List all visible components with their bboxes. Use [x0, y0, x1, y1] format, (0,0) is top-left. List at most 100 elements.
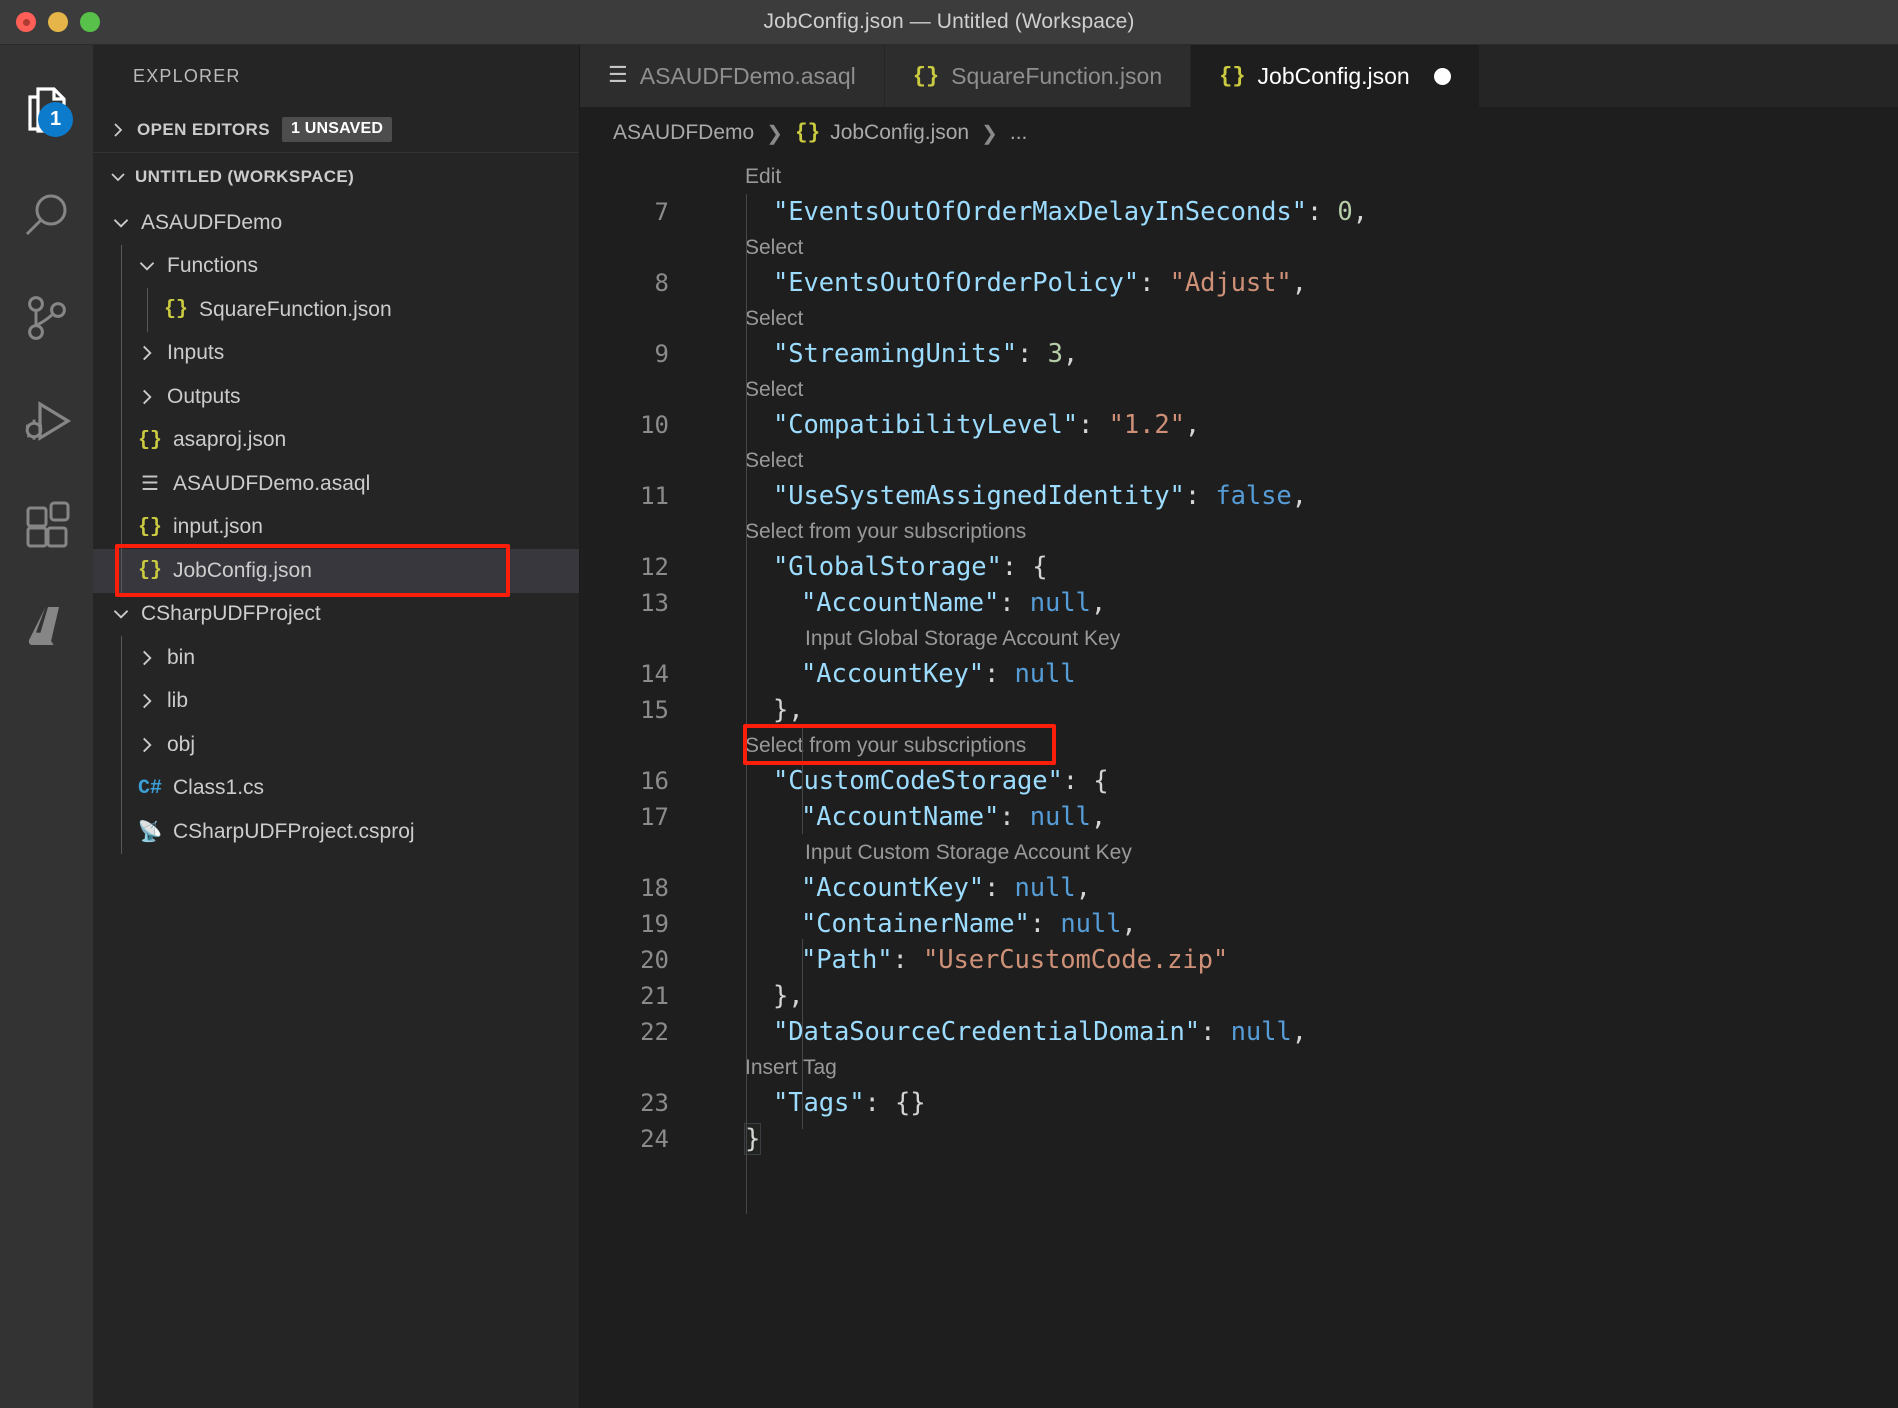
chevron-down-icon[interactable] [107, 209, 135, 237]
chevron-right-icon[interactable] [133, 383, 161, 411]
workspace-label: UNTITLED (WORKSPACE) [135, 167, 355, 186]
tree-file-row[interactable]: {} JobConfig.json [93, 549, 579, 593]
line-number: 21 [640, 982, 669, 1010]
tree-indent-guide [147, 288, 148, 332]
tree-item-label: CSharpUDFProject.csproj [173, 819, 415, 843]
tree-folder-row[interactable]: Functions [93, 245, 579, 289]
code-line: 10 "CompatibilityLevel": "1.2", [580, 407, 1898, 443]
tab-label: JobConfig.json [1257, 62, 1410, 89]
json-literal: null [1029, 802, 1091, 832]
editor-tab[interactable]: {} JobConfig.json [1191, 45, 1480, 107]
breadcrumb-item-file[interactable]: JobConfig.json [830, 121, 969, 145]
json-punctuation: , [1352, 197, 1368, 227]
code-line-text: }, [773, 981, 804, 1011]
breadcrumb-item-folder[interactable]: ASAUDFDemo [613, 121, 754, 145]
code-line: 18 "AccountKey": null, [580, 870, 1898, 906]
source-control-icon [22, 294, 72, 344]
activity-search-button[interactable] [0, 164, 93, 267]
line-number: 10 [640, 411, 669, 439]
open-editors-unsaved-badge: 1 UNSAVED [281, 117, 393, 142]
codelens-action-link[interactable]: Select [745, 449, 803, 473]
codelens-action-link[interactable]: Input Global Storage Account Key [805, 627, 1120, 651]
codelens-action-link[interactable]: Select [745, 236, 803, 260]
codelens-action-link[interactable]: Edit [745, 165, 781, 189]
unsaved-indicator-dot[interactable] [1433, 67, 1451, 85]
json-punctuation: , [1075, 873, 1091, 903]
codelens-row: Select from your subscriptions [580, 514, 1898, 549]
activity-extensions-button[interactable] [0, 473, 93, 576]
chevron-right-icon[interactable] [133, 731, 161, 759]
indent-guide [746, 194, 747, 1214]
code-editor[interactable]: Edit 7 "EventsOutOfOrderMaxDelayInSeconds"… [580, 159, 1898, 1408]
json-key: "CustomCodeStorage" [773, 766, 1063, 796]
tree-file-row[interactable]: {} SquareFunction.json [93, 288, 579, 332]
codelens-action-link[interactable]: Select [745, 307, 803, 331]
json-punctuation: : { [1062, 766, 1109, 796]
codelens-action-link[interactable]: Input Custom Storage Account Key [805, 841, 1132, 865]
tree-folder-row[interactable]: obj [93, 723, 579, 767]
codelens-action-link[interactable]: Select [745, 378, 803, 402]
code-line-text: "Tags": {} [773, 1088, 926, 1118]
tree-file-row[interactable]: 📡 CSharpUDFProject.csproj [93, 810, 579, 854]
tree-folder-row[interactable]: ASAUDFDemo [93, 201, 579, 245]
code-line: 19 "ContainerName": null, [580, 906, 1898, 942]
breadcrumb-item-more[interactable]: ... [1010, 121, 1028, 145]
codelens-action-link[interactable]: Select from your subscriptions [745, 734, 1026, 758]
tree-item-label: ASAUDFDemo [141, 210, 283, 234]
activity-explorer-button[interactable]: 1 [0, 61, 93, 164]
line-number: 18 [640, 874, 669, 902]
tree-item-label: input.json [173, 515, 263, 539]
tree-folder-row[interactable]: CSharpUDFProject [93, 593, 579, 637]
tree-file-row[interactable]: ☰ ASAUDFDemo.asaql [93, 462, 579, 506]
tree-item-label: Class1.cs [173, 776, 265, 800]
json-key: "Path" [801, 945, 893, 975]
chevron-right-icon[interactable] [133, 687, 161, 715]
code-line-text: "EventsOutOfOrderPolicy": "Adjust", [773, 268, 1307, 298]
json-punctuation: : [984, 659, 1015, 689]
codelens-row: Select [580, 443, 1898, 478]
file-tree: ASAUDFDemo Functions {} SquareFunction.json… [93, 201, 579, 854]
codelens-action-link[interactable]: Select from your subscriptions [745, 520, 1026, 544]
activity-source-control-button[interactable] [0, 267, 93, 370]
chevron-down-icon[interactable] [133, 252, 161, 280]
azure-icon [21, 601, 73, 655]
activity-run-debug-button[interactable] [0, 370, 93, 473]
tree-folder-row[interactable]: lib [93, 680, 579, 724]
tab-label: SquareFunction.json [951, 62, 1163, 89]
json-punctuation: : [999, 588, 1030, 618]
line-number: 16 [640, 767, 669, 795]
json-punctuation: : [1029, 909, 1061, 939]
tree-folder-row[interactable]: Inputs [93, 332, 579, 376]
json-key: "AccountName" [801, 802, 1000, 832]
open-editors-section-header[interactable]: OPEN EDITORS 1 UNSAVED [93, 107, 579, 153]
codelens-row: Insert Tag [580, 1050, 1898, 1085]
json-punctuation: } [743, 1123, 762, 1155]
tree-item-label: obj [167, 732, 196, 756]
tree-file-row[interactable]: {} input.json [93, 506, 579, 550]
asaql-file-icon: ☰ [141, 473, 159, 497]
chevron-down-icon [105, 164, 131, 190]
chevron-down-icon[interactable] [107, 600, 135, 628]
editor-tab[interactable]: ☰ ASAUDFDemo.asaql [580, 45, 885, 107]
editor-tab[interactable]: {} SquareFunction.json [884, 45, 1192, 107]
code-line-text: "GlobalStorage": { [773, 552, 1048, 582]
tree-file-row[interactable]: C# Class1.cs [93, 767, 579, 811]
json-literal: false [1215, 481, 1292, 511]
tree-indent-guide [121, 244, 122, 593]
minimize-window-button[interactable] [48, 12, 68, 32]
activity-azure-button[interactable] [0, 576, 93, 679]
window-controls [0, 12, 100, 32]
tree-folder-row[interactable]: Outputs [93, 375, 579, 419]
json-punctuation: : [892, 945, 924, 975]
line-number: 23 [640, 1089, 669, 1117]
tree-file-row[interactable]: {} asaproj.json [93, 419, 579, 463]
tree-item-label: CSharpUDFProject [141, 602, 321, 626]
codelens-action-link[interactable]: Insert Tag [745, 1056, 837, 1080]
workspace-section-header[interactable]: UNTITLED (WORKSPACE) [93, 153, 579, 201]
close-window-button[interactable] [16, 12, 36, 32]
chevron-right-icon[interactable] [133, 644, 161, 672]
maximize-window-button[interactable] [80, 12, 100, 32]
line-number: 7 [654, 198, 669, 226]
tree-folder-row[interactable]: bin [93, 636, 579, 680]
chevron-right-icon[interactable] [133, 339, 161, 367]
